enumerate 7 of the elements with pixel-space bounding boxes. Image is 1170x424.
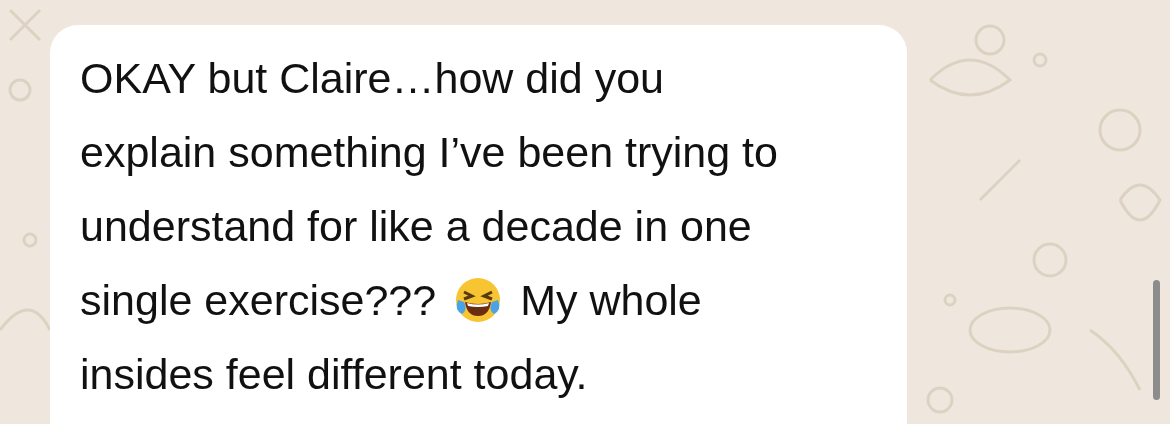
message-text: OKAY but Claire…how did you — [80, 53, 664, 104]
message-text: explain something I’ve been trying to — [80, 127, 778, 178]
message-text: understand for like a decade in one — [80, 201, 752, 252]
message-text: My whole — [520, 275, 702, 326]
laughing-emoji-icon — [454, 276, 503, 324]
message-text: insides feel different today. — [80, 349, 588, 400]
message-text: single exercise??? — [80, 275, 437, 326]
